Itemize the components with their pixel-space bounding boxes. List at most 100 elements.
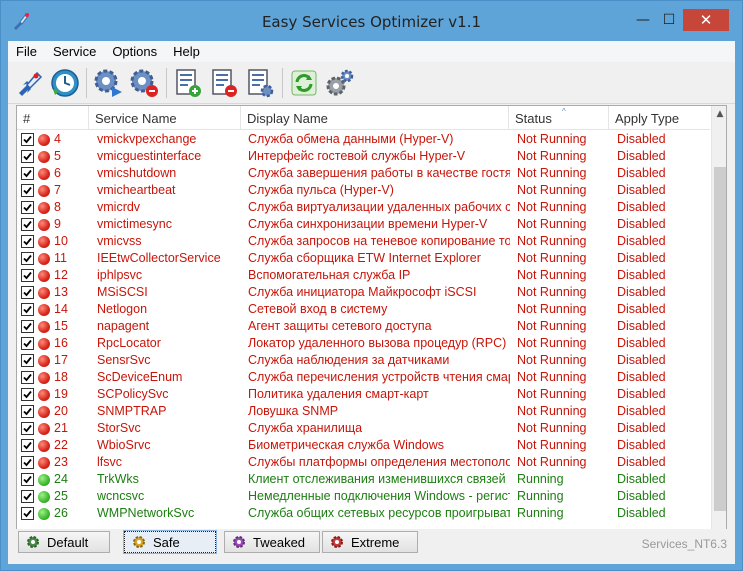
table-row[interactable]: 4 vmickvpexchange Служба обмена данными (H… [17, 131, 710, 148]
row-apply-type: Disabled [617, 302, 666, 316]
table-row[interactable]: 5 vmicguestinterface Интерфейс гостевой сл… [17, 148, 710, 165]
table-row[interactable]: 16 RpcLocator Локатор удаленного вызова пр… [17, 335, 710, 352]
row-checkbox[interactable] [21, 184, 34, 197]
row-checkbox[interactable] [21, 167, 34, 180]
list-remove-icon[interactable] [208, 67, 240, 99]
menu-service[interactable]: Service [45, 44, 104, 59]
table-row[interactable]: 21 StorSvc Служба хранилища Not Running Disa… [17, 420, 710, 437]
menu-options[interactable]: Options [104, 44, 165, 59]
settings-gears-icon[interactable] [324, 67, 356, 99]
gear-play-icon[interactable] [92, 67, 124, 99]
checkmark-icon [23, 186, 32, 195]
table-row[interactable]: 17 SensrSvc Служба наблюдения за датчиками… [17, 352, 710, 369]
row-service-name: SensrSvc [97, 353, 151, 367]
row-checkbox[interactable] [21, 507, 34, 520]
row-apply-type: Disabled [617, 506, 666, 520]
row-apply-type: Disabled [617, 149, 666, 163]
preset-extreme-button[interactable]: Extreme [322, 531, 418, 553]
menu-file[interactable]: File [8, 44, 45, 59]
preset-safe-button[interactable]: Safe [123, 530, 217, 554]
table-row[interactable]: 24 TrkWks Клиент отслеживания изменившихся… [17, 471, 710, 488]
row-checkbox[interactable] [21, 218, 34, 231]
row-apply-type: Disabled [617, 251, 666, 265]
table-row[interactable]: 26 WMPNetworkSvc Служба общих сетевых ресу… [17, 505, 710, 522]
table-row[interactable]: 15 napagent Агент защиты сетевого доступа N… [17, 318, 710, 335]
row-number: 20 [54, 404, 68, 418]
scroll-thumb[interactable] [714, 167, 726, 511]
table-row[interactable]: 10 vmicvss Служба запросов на теневое копи… [17, 233, 710, 250]
row-display-name: Агент защиты сетевого доступа [248, 319, 432, 333]
row-checkbox[interactable] [21, 286, 34, 299]
row-checkbox[interactable] [21, 490, 34, 503]
row-service-name: StorSvc [97, 421, 141, 435]
checkmark-icon [23, 492, 32, 501]
row-checkbox[interactable] [21, 439, 34, 452]
column-header-status[interactable]: Status [509, 106, 609, 130]
row-checkbox[interactable] [21, 320, 34, 333]
table-row[interactable]: 23 lfsvc Службы платформы определения мест… [17, 454, 710, 471]
row-checkbox[interactable] [21, 201, 34, 214]
row-apply-type: Disabled [617, 234, 666, 248]
row-checkbox[interactable] [21, 354, 34, 367]
column-header-display-name[interactable]: Display Name [241, 106, 509, 130]
gear-stop-icon[interactable] [128, 67, 160, 99]
row-number: 4 [54, 132, 61, 146]
rocket-icon[interactable] [13, 67, 45, 99]
row-number: 7 [54, 183, 61, 197]
scroll-up-icon[interactable]: ▲ [712, 106, 726, 123]
list-add-icon[interactable] [172, 67, 204, 99]
row-display-name: Служба наблюдения за датчиками [248, 353, 450, 367]
checkmark-icon [23, 356, 32, 365]
refresh-icon[interactable] [288, 67, 320, 99]
restore-clock-icon[interactable] [49, 67, 81, 99]
services-list[interactable]: # Service Name Display Name Status Apply… [16, 105, 727, 547]
preset-default-button[interactable]: Default [18, 531, 110, 553]
table-row[interactable]: 22 WbioSrvc Биометрическая служба Windows N… [17, 437, 710, 454]
row-checkbox[interactable] [21, 456, 34, 469]
maximize-button[interactable]: ☐ [656, 9, 682, 31]
close-button[interactable]: ✕ [683, 9, 729, 31]
row-service-name: vmicguestinterface [97, 149, 202, 163]
vertical-scrollbar[interactable]: ▲ ▼ [711, 106, 726, 546]
table-row[interactable]: 6 vmicshutdown Служба завершения работы в … [17, 165, 710, 182]
row-checkbox[interactable] [21, 388, 34, 401]
row-checkbox[interactable] [21, 473, 34, 486]
row-checkbox[interactable] [21, 235, 34, 248]
row-checkbox[interactable] [21, 269, 34, 282]
preset-tweaked-button[interactable]: Tweaked [224, 531, 320, 553]
row-checkbox[interactable] [21, 337, 34, 350]
column-header-service-name[interactable]: Service Name [89, 106, 241, 130]
status-dot-icon [38, 338, 50, 350]
list-settings-icon[interactable] [244, 67, 276, 99]
table-row[interactable]: 13 MSiSCSI Служба инициатора Майкрософт iS… [17, 284, 710, 301]
row-status: Not Running [517, 387, 587, 401]
status-dot-icon [38, 287, 50, 299]
row-checkbox[interactable] [21, 303, 34, 316]
menu-help[interactable]: Help [165, 44, 208, 59]
row-checkbox[interactable] [21, 371, 34, 384]
row-service-name: iphlpsvc [97, 268, 143, 282]
row-checkbox[interactable] [21, 133, 34, 146]
column-header-apply-type[interactable]: Apply Type [609, 106, 710, 130]
row-checkbox[interactable] [21, 405, 34, 418]
table-row[interactable]: 7 vmicheartbeat Служба пульса (Hyper-V) Not… [17, 182, 710, 199]
table-row[interactable]: 12 iphlpsvc Вспомогательная служба IP Not R… [17, 267, 710, 284]
row-checkbox[interactable] [21, 422, 34, 435]
table-row[interactable]: 8 vmicrdv Служба виртуализации удаленных р… [17, 199, 710, 216]
table-row[interactable]: 25 wcncsvc Немедленные подключения Windows… [17, 488, 710, 505]
table-row[interactable]: 11 IEEtwCollectorService Служба сборщика E… [17, 250, 710, 267]
table-row[interactable]: 19 SCPolicySvc Политика удаления смарт-кар… [17, 386, 710, 403]
table-row[interactable]: 9 vmictimesync Служба синхронизации времен… [17, 216, 710, 233]
row-number: 16 [54, 336, 68, 350]
title-bar[interactable]: Easy Services Optimizer v1.1 — ☐ ✕ [1, 1, 742, 41]
status-dot-icon [38, 253, 50, 265]
row-checkbox[interactable] [21, 150, 34, 163]
column-header-number[interactable]: # [17, 106, 89, 130]
table-row[interactable]: 14 Netlogon Сетевой вход в систему Not Runn… [17, 301, 710, 318]
minimize-button[interactable]: — [630, 9, 656, 31]
row-number: 21 [54, 421, 68, 435]
table-row[interactable]: 18 ScDeviceEnum Служба перечисления устрой… [17, 369, 710, 386]
table-row[interactable]: 20 SNMPTRAP Ловушка SNMP Not Running Disable… [17, 403, 710, 420]
row-checkbox[interactable] [21, 252, 34, 265]
status-dot-icon [38, 202, 50, 214]
